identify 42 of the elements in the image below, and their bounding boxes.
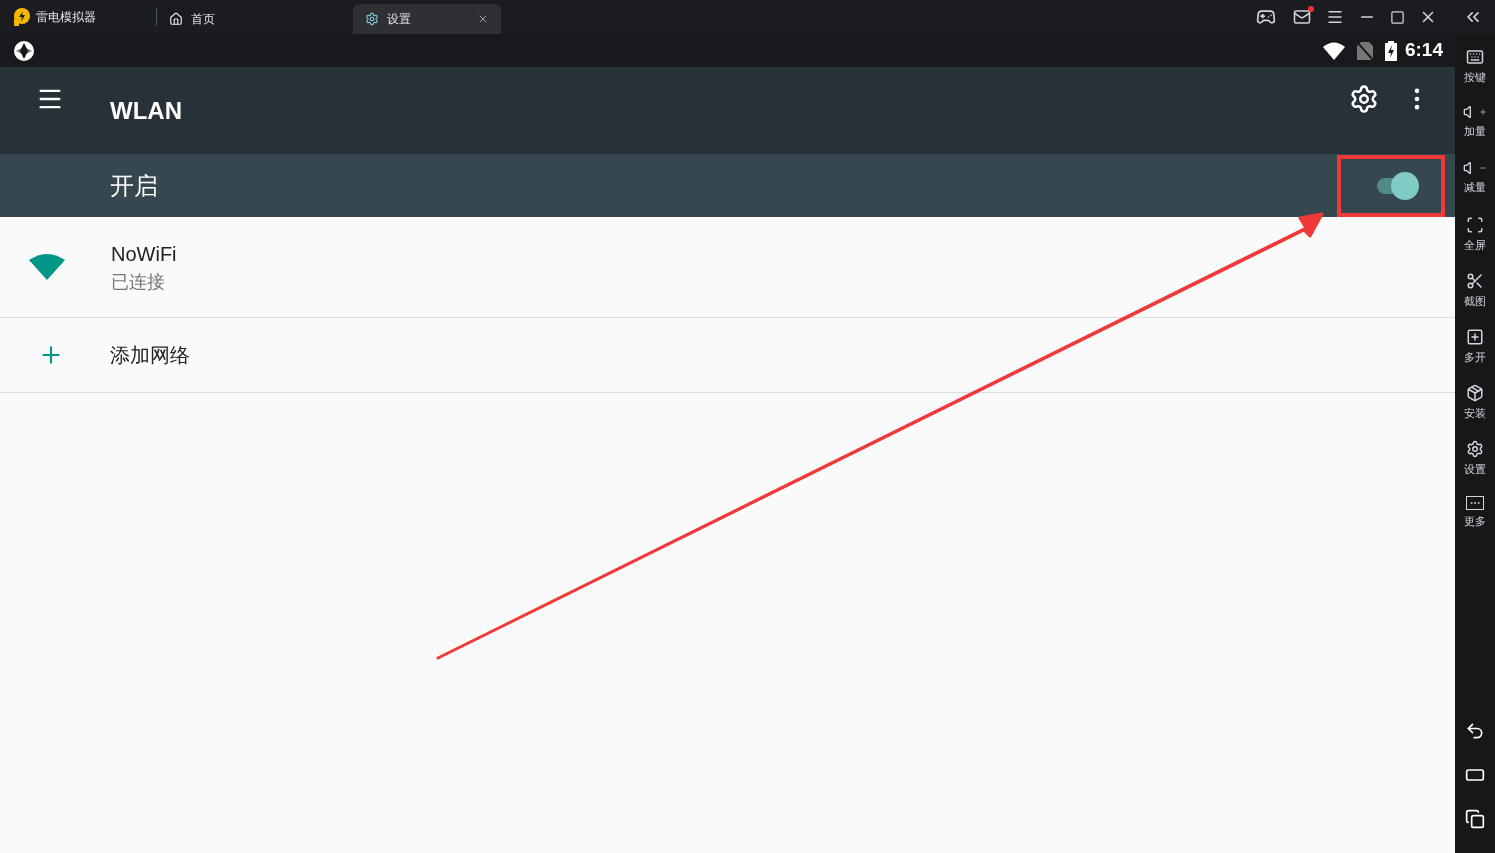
clock-time: 6:14: [1404, 38, 1443, 63]
fullscreen-icon: [1466, 216, 1484, 234]
no-sim-icon: [1356, 41, 1373, 60]
close-icon[interactable]: [477, 13, 489, 25]
recents-icon[interactable]: [1465, 809, 1485, 829]
package-icon: [1466, 384, 1484, 402]
browser-tab[interactable]: 设置: [353, 4, 501, 34]
gear-icon: [365, 12, 379, 26]
battery-charging-icon: [1384, 40, 1397, 61]
more-icon: [1466, 496, 1484, 510]
sidebar-button[interactable]: 截图: [1464, 272, 1486, 328]
sidebar-button[interactable]: 设置: [1464, 440, 1486, 496]
speaker-minus-icon: [1463, 160, 1487, 176]
mail-icon[interactable]: [1292, 8, 1312, 26]
browser-tab[interactable]: 首页: [157, 4, 267, 34]
home-icon: [169, 12, 183, 26]
launcher-logo-icon: [12, 38, 36, 63]
menu-icon[interactable]: [1326, 8, 1344, 26]
gamepad-icon[interactable]: [1254, 7, 1278, 27]
app-bar-title: WLAN: [110, 95, 182, 126]
maximize-icon[interactable]: [1390, 9, 1405, 25]
scissors-icon: [1466, 272, 1484, 290]
sidebar-button[interactable]: 多开: [1464, 328, 1486, 384]
back-icon[interactable]: [1465, 721, 1485, 741]
switch-label: 开启: [110, 170, 158, 201]
network-status: 已连接: [111, 270, 166, 294]
settings-icon: [1466, 440, 1484, 458]
keyboard-icon: [1466, 48, 1484, 66]
wifi-signal-icon: [1322, 41, 1345, 60]
settings-icon[interactable]: [1349, 83, 1379, 114]
sidebar-button[interactable]: 全屏: [1464, 216, 1486, 272]
sidebar-button[interactable]: 更多: [1464, 496, 1486, 552]
sidebar-button[interactable]: 减量: [1463, 160, 1487, 216]
sidebar-button[interactable]: 加量: [1463, 104, 1487, 160]
wifi-signal-icon: [29, 254, 65, 280]
sidebar-button[interactable]: 安装: [1464, 384, 1486, 440]
window-plus-icon: [1466, 328, 1484, 346]
sidebar-button[interactable]: 按键: [1464, 48, 1486, 104]
app-name: 雷电模拟器: [36, 9, 96, 26]
logo-icon: [12, 7, 32, 27]
speaker-plus-icon: [1463, 104, 1487, 120]
network-name: NoWiFi: [111, 241, 177, 267]
